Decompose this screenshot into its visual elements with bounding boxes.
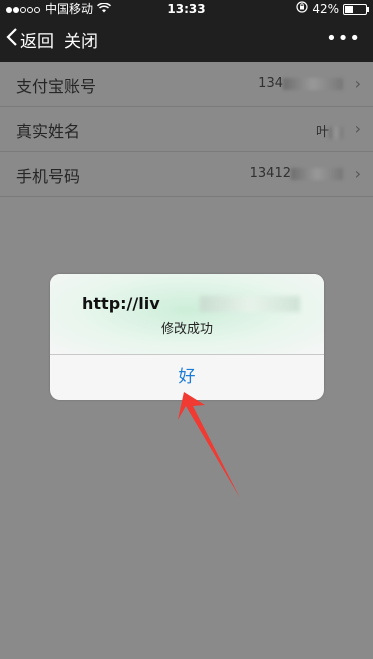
annotation-arrow-icon — [178, 392, 240, 498]
